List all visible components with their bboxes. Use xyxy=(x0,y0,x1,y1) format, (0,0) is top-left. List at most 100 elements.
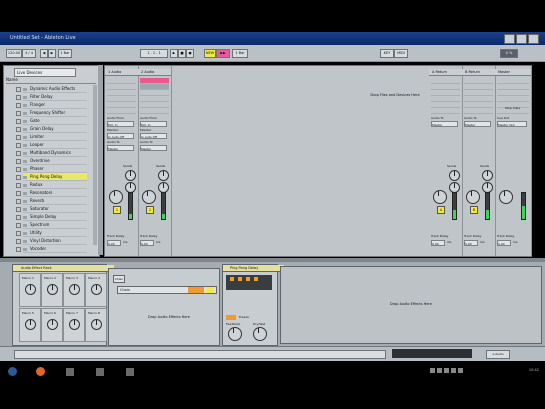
freeze-button[interactable] xyxy=(226,315,236,320)
expand-icon[interactable] xyxy=(16,135,21,140)
pingpong-title[interactable]: Ping Pong Delay xyxy=(223,265,284,272)
clip-slot[interactable] xyxy=(140,108,169,114)
key-map-button[interactable]: KEY xyxy=(380,49,394,58)
pan-knob[interactable] xyxy=(499,190,513,204)
track-activator[interactable]: B xyxy=(470,206,478,214)
track-activator[interactable]: 1 xyxy=(113,206,121,214)
browser-splitter[interactable] xyxy=(98,65,103,255)
browser-item[interactable]: Vocoder xyxy=(23,245,87,253)
browser-column-header[interactable]: Name xyxy=(6,77,96,84)
clip-slot[interactable] xyxy=(464,108,493,114)
selected-track-label[interactable]: 1-Audio xyxy=(486,350,510,359)
browser-item[interactable]: Multiband Dynamics xyxy=(23,149,87,157)
close-icon[interactable] xyxy=(528,34,539,44)
browser-item[interactable]: Spectrum xyxy=(23,221,87,229)
macro-knob[interactable] xyxy=(25,319,36,330)
browser-item[interactable]: Dynamic Audio Effects xyxy=(23,85,87,93)
macro-knob[interactable] xyxy=(91,284,102,295)
send-a-knob[interactable] xyxy=(125,170,136,181)
routing-dropdown[interactable]: Ext. In xyxy=(140,121,167,127)
expand-icon[interactable] xyxy=(16,247,21,252)
tempo-field[interactable]: 120.00 xyxy=(6,49,22,58)
send-a-knob[interactable] xyxy=(482,170,493,181)
nudge-up-button[interactable]: ▶ xyxy=(48,49,56,58)
browser-item[interactable]: Simple Delay xyxy=(23,213,87,221)
browser-item[interactable]: Reverb xyxy=(23,197,87,205)
new-button[interactable]: NEW xyxy=(204,49,216,58)
browser-item[interactable]: Ping Pong Delay xyxy=(23,173,87,181)
app-icon[interactable] xyxy=(96,368,104,376)
track-delay-field[interactable]: 0.00 xyxy=(464,240,478,246)
delay-time-grid[interactable] xyxy=(226,275,272,290)
stop-clips-button[interactable]: Stop Clips xyxy=(505,106,520,110)
overview-strip[interactable] xyxy=(392,349,472,358)
browser-item[interactable]: Saturator xyxy=(23,205,87,213)
chain-row[interactable]: Chain xyxy=(117,286,217,294)
browser-item[interactable]: Resonators xyxy=(23,189,87,197)
track-delay-field[interactable]: 0.00 xyxy=(107,240,121,246)
routing-dropdown[interactable]: In Auto Off xyxy=(140,133,167,139)
routing-dropdown[interactable]: Master xyxy=(107,145,134,151)
routing-dropdown[interactable]: Master xyxy=(431,121,458,127)
device-drop-area[interactable]: Drop Audio Effects Here xyxy=(280,266,542,344)
track-delay-field[interactable]: 0.00 xyxy=(140,240,154,246)
expand-icon[interactable] xyxy=(16,183,21,188)
nudge-down-button[interactable]: ◀ xyxy=(40,49,48,58)
browser-scrollbar[interactable] xyxy=(93,85,97,245)
track-header[interactable]: 2 Audio xyxy=(138,69,171,76)
browser-item[interactable]: Filter Delay xyxy=(23,93,87,101)
browser-item[interactable]: Phaser xyxy=(23,165,87,173)
routing-dropdown[interactable]: Master xyxy=(140,145,167,151)
expand-icon[interactable] xyxy=(16,239,21,244)
browser-item[interactable]: Redux xyxy=(23,181,87,189)
browser-item[interactable]: Grain Delay xyxy=(23,125,87,133)
pan-knob[interactable] xyxy=(109,190,123,204)
browser-item[interactable]: Limiter xyxy=(23,133,87,141)
track-delay-field[interactable]: 0.00 xyxy=(497,240,511,246)
browser-item[interactable]: Flanger xyxy=(23,101,87,109)
expand-icon[interactable] xyxy=(16,231,21,236)
clip-slot[interactable] xyxy=(431,108,460,114)
expand-icon[interactable] xyxy=(16,215,21,220)
browser-app-icon[interactable] xyxy=(36,367,45,376)
expand-icon[interactable] xyxy=(16,199,21,204)
track-activator[interactable]: A xyxy=(437,206,445,214)
expand-icon[interactable] xyxy=(16,167,21,172)
position-field[interactable]: 1 . 1 . 1 xyxy=(140,49,168,58)
expand-icon[interactable] xyxy=(16,223,21,228)
minimize-icon[interactable] xyxy=(504,34,515,44)
quantize-menu[interactable]: 1 Bar xyxy=(58,49,72,58)
browser-folder-select[interactable]: Live Devices xyxy=(14,68,76,77)
rack-title[interactable]: Audio Effect Rack xyxy=(13,265,114,272)
midi-map-button[interactable]: MIDI xyxy=(394,49,408,58)
expand-icon[interactable] xyxy=(16,207,21,212)
app-icon[interactable] xyxy=(126,368,134,376)
macro-knob[interactable] xyxy=(25,284,36,295)
browser-item[interactable]: Vinyl Distortion xyxy=(23,237,87,245)
start-icon[interactable] xyxy=(8,367,17,376)
overdub-button[interactable]: ▶▶ xyxy=(216,49,230,58)
track-header[interactable]: A Return xyxy=(429,69,462,76)
browser-item[interactable]: Looper xyxy=(23,141,87,149)
feedback-knob[interactable] xyxy=(228,327,242,341)
track-header[interactable]: B Return xyxy=(462,69,495,76)
pan-knob[interactable] xyxy=(142,190,156,204)
expand-icon[interactable] xyxy=(16,127,21,132)
routing-dropdown[interactable]: In Auto Off xyxy=(107,133,134,139)
clip-slot[interactable] xyxy=(107,108,136,114)
expand-icon[interactable] xyxy=(16,95,21,100)
record-button[interactable]: ● xyxy=(186,49,194,58)
macro-knob[interactable] xyxy=(69,284,80,295)
expand-icon[interactable] xyxy=(16,143,21,148)
track-activator[interactable]: 2 xyxy=(146,206,154,214)
browser-item[interactable]: Overdrive xyxy=(23,157,87,165)
routing-dropdown[interactable]: Ext. In xyxy=(107,121,134,127)
expand-icon[interactable] xyxy=(16,191,21,196)
routing-dropdown[interactable]: Master Out xyxy=(497,121,527,127)
browser-item[interactable]: Gate xyxy=(23,117,87,125)
stop-button[interactable]: ■ xyxy=(178,49,186,58)
macro-knob[interactable] xyxy=(47,284,58,295)
macro-knob[interactable] xyxy=(69,319,80,330)
expand-icon[interactable] xyxy=(16,103,21,108)
chain-activator[interactable] xyxy=(206,287,214,293)
